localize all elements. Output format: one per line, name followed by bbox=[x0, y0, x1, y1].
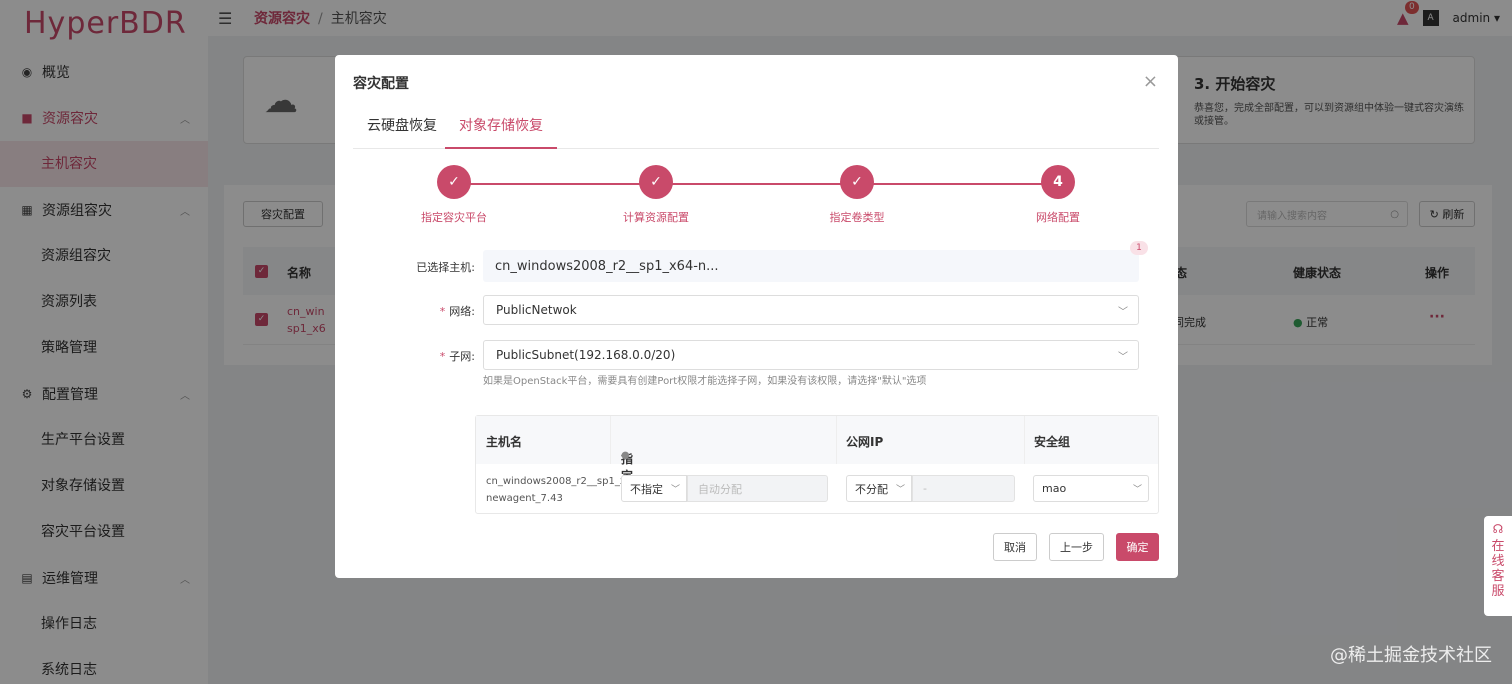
table-row: cn_windows2008_r2__sp1_x64-newagent_7.43… bbox=[476, 464, 1158, 514]
host-count-badge: 1 bbox=[1130, 241, 1148, 255]
network-table: 主机名 指定IP ● 公网IP 安全组 cn_windows2008_r2__s… bbox=[475, 415, 1159, 514]
online-service-widget[interactable]: ☊ 在线客服 bbox=[1484, 516, 1512, 616]
row-hostname: cn_windows2008_r2__sp1_x64-newagent_7.43 bbox=[486, 476, 643, 504]
prev-step-button[interactable]: 上一步 bbox=[1049, 533, 1104, 561]
network-select[interactable]: PublicNetwok ﹀ bbox=[483, 295, 1139, 325]
step-3: ✓ 指定卷类型 bbox=[797, 165, 917, 225]
chevron-down-icon: ﹀ bbox=[895, 485, 905, 495]
chevron-down-icon: ﹀ bbox=[670, 485, 680, 495]
step-1-label: 指定容灾平台 bbox=[421, 211, 487, 224]
headset-icon: ☊ bbox=[1492, 522, 1504, 536]
selected-host-field: cn_windows2008_r2__sp1_x64-n... bbox=[483, 250, 1139, 282]
confirm-button[interactable]: 确定 bbox=[1116, 533, 1159, 561]
subnet-hint: 如果是OpenStack平台，需要具有创建Port权限才能选择子网，如果没有该权… bbox=[483, 376, 927, 387]
public-ip-mode-select[interactable]: 不分配 ﹀ bbox=[846, 475, 912, 502]
step-4-label: 网络配置 bbox=[1036, 211, 1080, 224]
security-group-value: mao bbox=[1042, 482, 1067, 495]
col-public-ip: 公网IP bbox=[846, 435, 884, 449]
close-icon[interactable]: × bbox=[1143, 71, 1158, 92]
dialog-tabs: 云硬盘恢复 对象存储恢复 bbox=[353, 111, 1159, 149]
network-value: PublicNetwok bbox=[496, 303, 577, 317]
chevron-down-icon: ﹀ bbox=[1118, 306, 1128, 318]
watermark: @稀土掘金技术社区 bbox=[1330, 645, 1492, 666]
dr-config-dialog: 容灾配置 × 云硬盘恢复 对象存储恢复 ✓ 指定容灾平台 ✓ 计算资源配置 ✓ … bbox=[335, 55, 1178, 578]
security-group-select[interactable]: mao ﹀ bbox=[1033, 475, 1149, 502]
check-icon: ✓ bbox=[840, 165, 874, 199]
network-label: * 网络: bbox=[439, 305, 475, 318]
stepper-line bbox=[454, 183, 1058, 185]
check-icon: ✓ bbox=[437, 165, 471, 199]
stepper: ✓ 指定容灾平台 ✓ 计算资源配置 ✓ 指定卷类型 4 网络配置 bbox=[335, 165, 1178, 235]
info-icon: ● bbox=[621, 450, 630, 461]
public-ip-input[interactable]: - bbox=[912, 475, 1015, 502]
subnet-label: * 子网: bbox=[439, 350, 475, 363]
host-label: 已选择主机: bbox=[416, 261, 475, 274]
step-1: ✓ 指定容灾平台 bbox=[394, 165, 514, 225]
step-4-number: 4 bbox=[1041, 165, 1075, 199]
step-3-label: 指定卷类型 bbox=[829, 211, 885, 224]
step-2-label: 计算资源配置 bbox=[623, 211, 689, 224]
ip-mode-value: 不指定 bbox=[630, 482, 663, 496]
tab-cloud-disk[interactable]: 云硬盘恢复 bbox=[353, 111, 451, 149]
check-icon: ✓ bbox=[639, 165, 673, 199]
tab-object-storage[interactable]: 对象存储恢复 bbox=[445, 111, 557, 149]
ip-mode-select[interactable]: 不指定 ﹀ bbox=[621, 475, 687, 502]
ip-input[interactable]: 自动分配 bbox=[687, 475, 828, 502]
subnet-select[interactable]: PublicSubnet(192.168.0.0/20) ﹀ bbox=[483, 340, 1139, 370]
step-4: 4 网络配置 bbox=[998, 165, 1118, 225]
chevron-down-icon: ﹀ bbox=[1132, 485, 1142, 495]
col-security-group: 安全组 bbox=[1034, 435, 1071, 449]
step-2: ✓ 计算资源配置 bbox=[596, 165, 716, 225]
public-ip-mode-value: 不分配 bbox=[855, 482, 888, 496]
public-ip-placeholder: - bbox=[923, 482, 927, 495]
subnet-value: PublicSubnet(192.168.0.0/20) bbox=[496, 348, 676, 362]
ip-placeholder: 自动分配 bbox=[698, 482, 742, 496]
dialog-title: 容灾配置 bbox=[353, 76, 409, 92]
cancel-button[interactable]: 取消 bbox=[993, 533, 1037, 561]
selected-host-value: cn_windows2008_r2__sp1_x64-n... bbox=[495, 258, 719, 274]
chevron-down-icon: ﹀ bbox=[1118, 351, 1128, 363]
online-service-label: 在线客服 bbox=[1491, 539, 1505, 599]
network-table-header: 主机名 指定IP ● 公网IP 安全组 bbox=[476, 416, 1158, 498]
col-hostname: 主机名 bbox=[486, 435, 523, 449]
